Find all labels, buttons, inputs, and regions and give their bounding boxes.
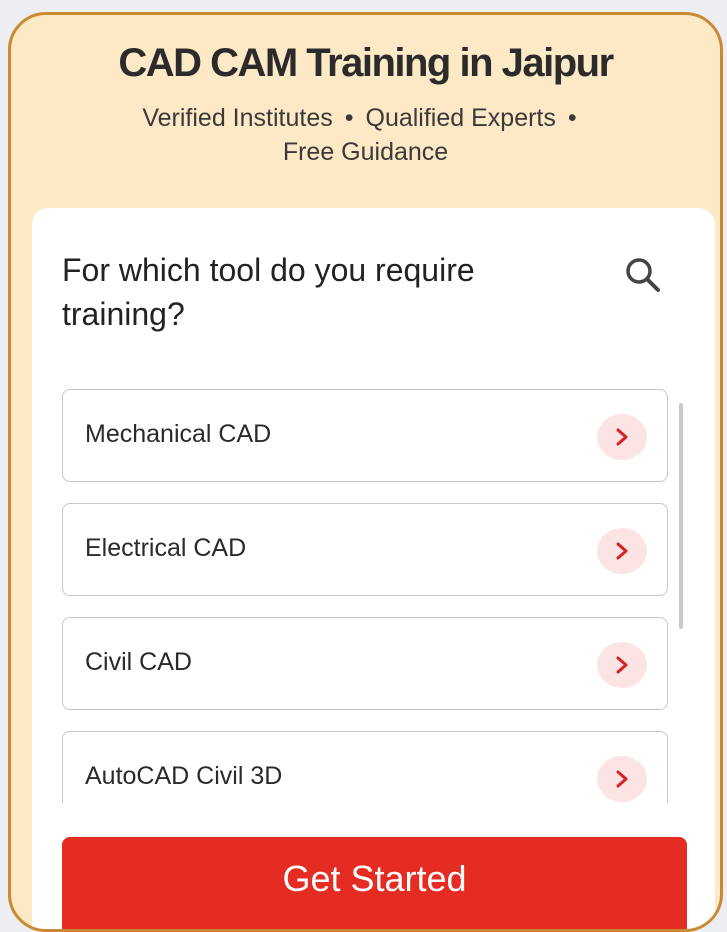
- option-autocad-civil-3d[interactable]: AutoCAD Civil 3D: [62, 731, 668, 803]
- option-label: Electrical CAD: [85, 534, 247, 562]
- option-civil-cad[interactable]: Civil CAD: [62, 617, 668, 710]
- question-heading: For which tool do you require training?: [62, 252, 475, 332]
- tool-options-list[interactable]: Mechanical CAD Electrical CAD Civil CAD …: [62, 389, 672, 803]
- separator-dot: •: [567, 104, 577, 132]
- option-mechanical-cad[interactable]: Mechanical CAD: [62, 389, 668, 482]
- lead-form-card: CAD CAM Training in Jaipur Verified Inst…: [8, 12, 723, 932]
- feature-guidance: Free Guidance: [282, 138, 449, 166]
- feature-list: Verified Institutes • Qualified Experts • F…: [81, 101, 650, 169]
- option-electrical-cad[interactable]: Electrical CAD: [62, 503, 668, 596]
- chevron-right-icon: [597, 414, 647, 460]
- get-started-button[interactable]: Get Started: [62, 837, 687, 929]
- option-label: Civil CAD: [85, 648, 192, 676]
- feature-experts: Qualified Experts: [365, 104, 556, 132]
- search-icon: [626, 258, 660, 292]
- search-button[interactable]: [621, 253, 665, 297]
- separator-dot: •: [344, 104, 354, 132]
- feature-verified: Verified Institutes: [142, 104, 333, 132]
- option-label: Mechanical CAD: [85, 420, 272, 448]
- list-scrollbar[interactable]: [679, 403, 683, 629]
- page-title: CAD CAM Training in Jaipur: [118, 41, 614, 85]
- question-panel: For which tool do you require training? …: [32, 208, 715, 929]
- chevron-right-icon: [597, 528, 647, 574]
- option-label: AutoCAD Civil 3D: [85, 762, 283, 790]
- chevron-right-icon: [597, 756, 647, 802]
- chevron-right-icon: [597, 642, 647, 688]
